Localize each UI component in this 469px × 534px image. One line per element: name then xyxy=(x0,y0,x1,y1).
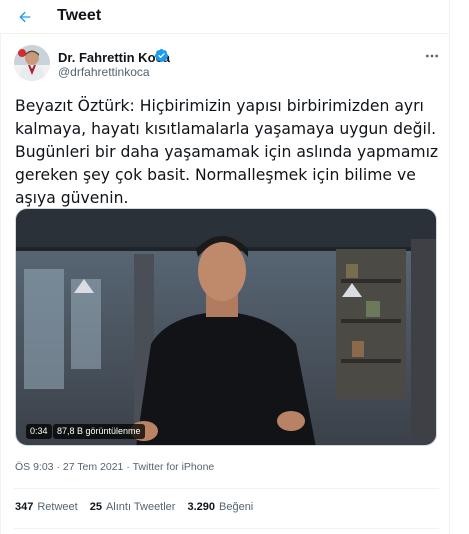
column-border-right xyxy=(449,0,450,534)
video-thumbnail xyxy=(16,209,436,445)
tweet-header: Tweet xyxy=(0,0,449,34)
arrow-left-icon xyxy=(19,11,31,23)
likes-label: Beğeni xyxy=(219,501,254,513)
more-horizontal-icon xyxy=(426,54,438,58)
tweet-meta: ÖS 9:03 · 27 Tem 2021 · Twitter for iPho… xyxy=(15,461,214,473)
tweet-date[interactable]: 27 Tem 2021 xyxy=(63,461,124,473)
author-handle[interactable]: @drfahrettinkoca xyxy=(58,65,150,79)
avatar-image xyxy=(14,45,50,81)
likes-stat[interactable]: 3.290 Beğeni xyxy=(187,501,253,513)
tweet-stats: 347 Retweet 25 Alıntı Tweetler 3.290 Beğ… xyxy=(15,501,253,513)
likes-count: 3.290 xyxy=(187,501,215,513)
video-duration: 0:34 xyxy=(26,424,52,439)
quote-tweets-stat[interactable]: 25 Alıntı Tweetler xyxy=(90,501,176,513)
retweets-count: 347 xyxy=(15,501,34,513)
more-button[interactable] xyxy=(422,46,442,66)
column-border-left xyxy=(0,34,1,534)
back-button[interactable] xyxy=(13,5,37,29)
divider xyxy=(14,488,439,489)
verified-badge-icon xyxy=(154,48,169,63)
quotes-count: 25 xyxy=(89,501,102,513)
avatar[interactable] xyxy=(14,45,50,81)
tweet-text: Beyazıt Öztürk: Hiçbirimizin yapısı birb… xyxy=(15,97,439,207)
tweet-time[interactable]: ÖS 9:03 xyxy=(15,461,54,473)
page-title: Tweet xyxy=(57,7,102,24)
divider xyxy=(14,528,439,529)
meta-separator: · xyxy=(126,461,130,473)
video-view-count: 87,8 B görüntülenme xyxy=(53,424,145,439)
quotes-label: Alıntı Tweetler xyxy=(105,501,176,513)
tweet-source[interactable]: Twitter for iPhone xyxy=(133,461,215,473)
retweets-label: Retweet xyxy=(37,501,78,513)
video-player[interactable]: 0:34 87,8 B görüntülenme xyxy=(15,208,437,446)
meta-separator: · xyxy=(56,461,60,473)
retweets-stat[interactable]: 347 Retweet xyxy=(15,501,78,513)
